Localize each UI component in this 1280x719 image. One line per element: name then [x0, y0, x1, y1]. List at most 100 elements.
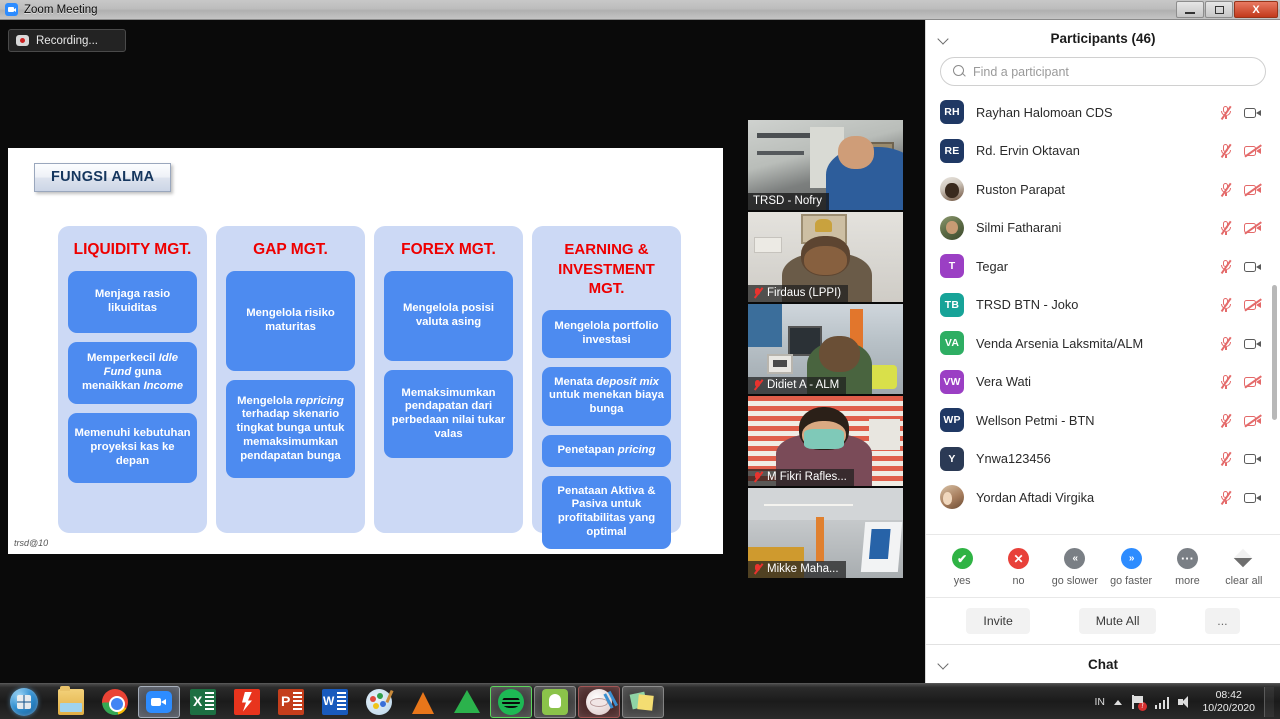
slide-box: Penataan Aktiva & Pasiva untuk profitabi… [542, 475, 671, 549]
participant-row[interactable]: Silmi Fatharani [926, 209, 1280, 248]
camera-on-icon[interactable] [1244, 452, 1262, 465]
column-items: Mengelola posisi valuta asing Memaksimum… [384, 271, 513, 459]
participant-row[interactable]: T Tegar [926, 247, 1280, 286]
taskbar-item-anydesk[interactable] [446, 686, 488, 718]
taskbar-item-spotify[interactable] [490, 685, 532, 718]
mic-muted-icon[interactable] [1219, 143, 1232, 159]
slide-column-forex: FOREX MGT. Mengelola posisi valuta asing… [374, 226, 523, 533]
camera-off-icon[interactable] [1244, 298, 1262, 312]
language-indicator[interactable]: IN [1094, 696, 1105, 708]
column-items: Mengelola risiko maturitas Mengelola rep… [226, 271, 355, 479]
more-options-button[interactable]: ... [1205, 608, 1240, 634]
video-thumbnail[interactable]: TRSD - Nofry [748, 120, 903, 210]
mic-muted-icon[interactable] [1219, 451, 1232, 467]
show-desktop-button[interactable] [1264, 687, 1274, 717]
video-thumbnail[interactable]: Mikke Maha... [748, 488, 903, 578]
taskbar-item-vlc[interactable] [402, 686, 444, 718]
mic-muted-icon[interactable] [1219, 336, 1232, 351]
participants-list[interactable]: RH Rayhan Halomoan CDS RE Rd. Ervin Okta… [926, 93, 1280, 534]
participant-row[interactable]: VW Vera Wati [926, 363, 1280, 402]
mic-muted-icon[interactable] [1219, 490, 1232, 505]
participant-row[interactable]: Y Ynwa123456 [926, 440, 1280, 479]
taskbar-item-nitro-pdf[interactable] [226, 686, 268, 718]
chat-section-header[interactable]: Chat [926, 644, 1280, 683]
participant-name: Silmi Fatharani [976, 220, 1062, 236]
chevron-up-icon[interactable] [1113, 699, 1122, 705]
participants-scrollbar[interactable] [1272, 93, 1277, 534]
clock[interactable]: 08:42 10/20/2020 [1202, 689, 1255, 715]
taskbar-item-snipping-tool[interactable] [578, 685, 620, 718]
mic-muted-icon[interactable] [1219, 182, 1232, 197]
mic-muted-icon[interactable] [1219, 374, 1232, 390]
reaction-go-slower[interactable]: « go slower [1047, 548, 1103, 587]
start-button[interactable] [4, 686, 44, 718]
signal-bars-icon[interactable] [1154, 696, 1170, 709]
participant-row[interactable]: Yordan Aftadi Virgika [926, 478, 1280, 517]
column-heading: FOREX MGT. [401, 241, 496, 258]
participant-status-icons [1219, 490, 1262, 505]
taskbar-item-chrome[interactable] [94, 686, 136, 718]
taskbar-item-sticky-notes[interactable] [622, 685, 664, 718]
anydesk-icon [454, 690, 480, 713]
taskbar-item-powerpoint[interactable] [270, 686, 312, 718]
reaction-go-faster[interactable]: » go faster [1103, 548, 1159, 587]
maximize-restore-button[interactable] [1205, 1, 1233, 18]
scrollbar-thumb[interactable] [1272, 285, 1277, 420]
mic-muted-icon[interactable] [1219, 297, 1232, 313]
taskbar-item-file-explorer[interactable] [50, 685, 92, 718]
participant-row[interactable]: VA Venda Arsenia Laksmita/ALM [926, 324, 1280, 363]
mic-muted-icon[interactable] [1219, 220, 1232, 236]
mic-muted-icon [753, 287, 763, 299]
mute-all-button[interactable]: Mute All [1078, 608, 1157, 634]
search-box[interactable] [940, 57, 1266, 86]
reaction-no[interactable]: ✕ no [990, 548, 1046, 587]
recording-indicator[interactable]: Recording... [8, 29, 126, 52]
search-input[interactable] [973, 64, 1253, 79]
camera-off-icon[interactable] [1244, 221, 1262, 235]
close-button[interactable]: X [1234, 1, 1278, 18]
camera-on-icon[interactable] [1244, 260, 1262, 273]
camera-on-icon[interactable] [1244, 106, 1262, 119]
mic-muted-icon[interactable] [1219, 413, 1232, 428]
mic-muted-icon[interactable] [1219, 259, 1232, 274]
video-thumbnail[interactable]: Didiet A - ALM [748, 304, 903, 394]
mic-muted-icon [753, 563, 763, 575]
participant-name: Ruston Parapat [976, 181, 1065, 197]
taskbar-item-zoom[interactable] [138, 685, 180, 718]
flag-icon[interactable]: ! [1131, 694, 1147, 711]
reaction-more[interactable]: ··· more [1159, 548, 1215, 587]
camera-on-icon[interactable] [1244, 337, 1262, 350]
invite-button[interactable]: Invite [966, 608, 1030, 634]
participant-row[interactable]: RH Rayhan Halomoan CDS [926, 93, 1280, 132]
minimize-button[interactable] [1176, 1, 1204, 18]
slide-box: Menjaga rasio likuiditas [68, 271, 197, 334]
camera-off-icon[interactable] [1244, 144, 1262, 158]
taskbar-item-word[interactable] [314, 686, 356, 718]
camera-off-icon[interactable] [1244, 375, 1262, 389]
system-tray: IN ! 08:42 10/20/2020 [1094, 684, 1280, 719]
vlc-media-player-icon [412, 692, 434, 714]
mic-muted-icon[interactable] [1219, 105, 1232, 120]
taskbar-item-android-emulator[interactable] [534, 685, 576, 718]
google-chrome-icon [102, 688, 128, 715]
avatar-photo [940, 485, 964, 510]
speaker-icon[interactable] [1178, 695, 1193, 709]
slide-column-liquidity: LIQUIDITY MGT. Menjaga rasio likuiditas … [58, 226, 207, 533]
video-thumbnail[interactable]: M Fikri Rafles... [748, 396, 903, 486]
camera-off-icon[interactable] [1244, 183, 1262, 196]
participant-row[interactable]: TB TRSD BTN - Joko [926, 286, 1280, 325]
search-container [926, 57, 1280, 93]
taskbar-item-paint[interactable] [358, 686, 400, 718]
reaction-label: go slower [1051, 575, 1098, 587]
camera-off-icon[interactable] [1244, 414, 1262, 427]
reaction-clear-all[interactable]: clear all [1216, 548, 1272, 587]
shared-screen-slide[interactable]: FUNGSI ALMA LIQUIDITY MGT. Menjaga rasio… [8, 148, 723, 554]
participant-row[interactable]: RE Rd. Ervin Oktavan [926, 132, 1280, 171]
taskbar-item-excel[interactable] [182, 686, 224, 718]
participant-name: Didiet A - ALM [767, 379, 840, 391]
reaction-yes[interactable]: ✔ yes [934, 548, 990, 587]
participant-row[interactable]: Ruston Parapat [926, 170, 1280, 209]
participant-row[interactable]: WP Wellson Petmi - BTN [926, 401, 1280, 440]
video-thumbnail[interactable]: Firdaus (LPPI) [748, 212, 903, 302]
camera-on-icon[interactable] [1244, 491, 1262, 504]
